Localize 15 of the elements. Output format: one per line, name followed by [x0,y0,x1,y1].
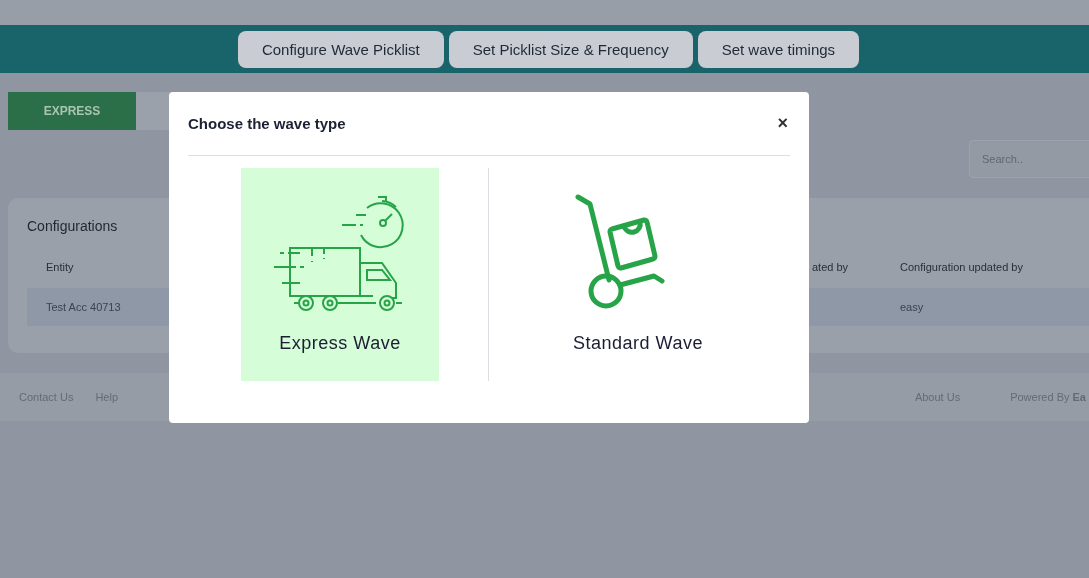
wave-option[interactable]: Standard Wave [539,168,737,381]
column-header: Configuration updated by [900,261,1024,273]
header-tab[interactable]: Set wave timings [697,30,860,68]
table-cell-text: easy [900,301,925,313]
card-title: Configurations [27,218,119,234]
option-label: Standard Wave [573,333,703,354]
header-tab[interactable]: Set Picklist Size & Frequency [448,30,693,68]
table-cell-text: Test Acc 40713 [46,301,122,313]
header-tab[interactable]: Configure Wave Picklist [237,30,444,68]
column-header: Entity [46,261,75,273]
column-header: ated by [812,261,850,273]
option-label: Express Wave [279,333,401,354]
close-button[interactable]: × [775,113,790,134]
modal-title: Choose the wave type [188,115,346,132]
wave-option[interactable]: Express Wave [241,168,439,381]
